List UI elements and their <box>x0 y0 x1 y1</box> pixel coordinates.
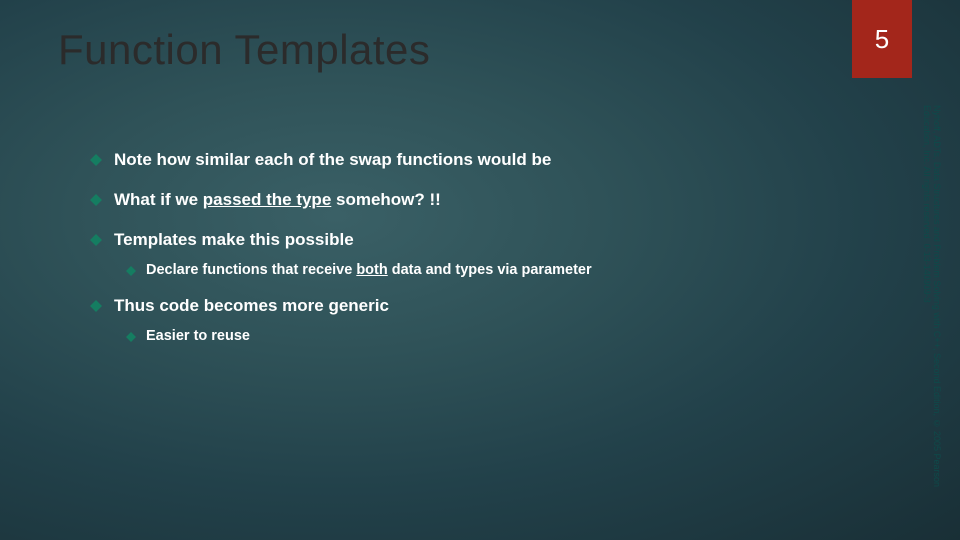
list-item: Easier to reuse <box>126 328 870 344</box>
list-item-text: Declare functions that receive both data… <box>146 262 592 278</box>
text-fragment: What if we <box>114 190 203 209</box>
list-item-text: What if we passed the type somehow? !! <box>114 190 441 210</box>
list-item: Templates make this possible <box>90 230 870 250</box>
list-item: What if we passed the type somehow? !! <box>90 190 870 210</box>
text-fragment: Declare functions that receive <box>146 262 356 278</box>
list-item: Note how similar each of the swap functi… <box>90 150 870 170</box>
slide-title: Function Templates <box>58 26 430 74</box>
page-number-badge: 5 <box>852 0 912 78</box>
list-item-text: Thus code becomes more generic <box>114 296 389 316</box>
slide-content: Note how similar each of the swap functi… <box>90 150 870 362</box>
diamond-bullet-icon <box>90 154 102 166</box>
list-item: Declare functions that receive both data… <box>126 262 870 278</box>
diamond-bullet-icon <box>90 194 102 206</box>
text-fragment: somehow? !! <box>331 190 441 209</box>
diamond-bullet-icon <box>126 266 136 276</box>
text-fragment: data and types via parameter <box>388 262 592 278</box>
list-item-text: Note how similar each of the swap functi… <box>114 150 551 170</box>
underlined-text: both <box>356 262 387 278</box>
list-item-text: Templates make this possible <box>114 230 354 250</box>
diamond-bullet-icon <box>90 300 102 312</box>
list-item-text: Easier to reuse <box>146 328 250 344</box>
underlined-text: passed the type <box>203 190 332 209</box>
list-item: Thus code becomes more generic <box>90 296 870 316</box>
diamond-bullet-icon <box>126 332 136 342</box>
diamond-bullet-icon <box>90 234 102 246</box>
copyright-attribution: Nyhoff, ADTs, Data Structures and Proble… <box>912 105 942 505</box>
